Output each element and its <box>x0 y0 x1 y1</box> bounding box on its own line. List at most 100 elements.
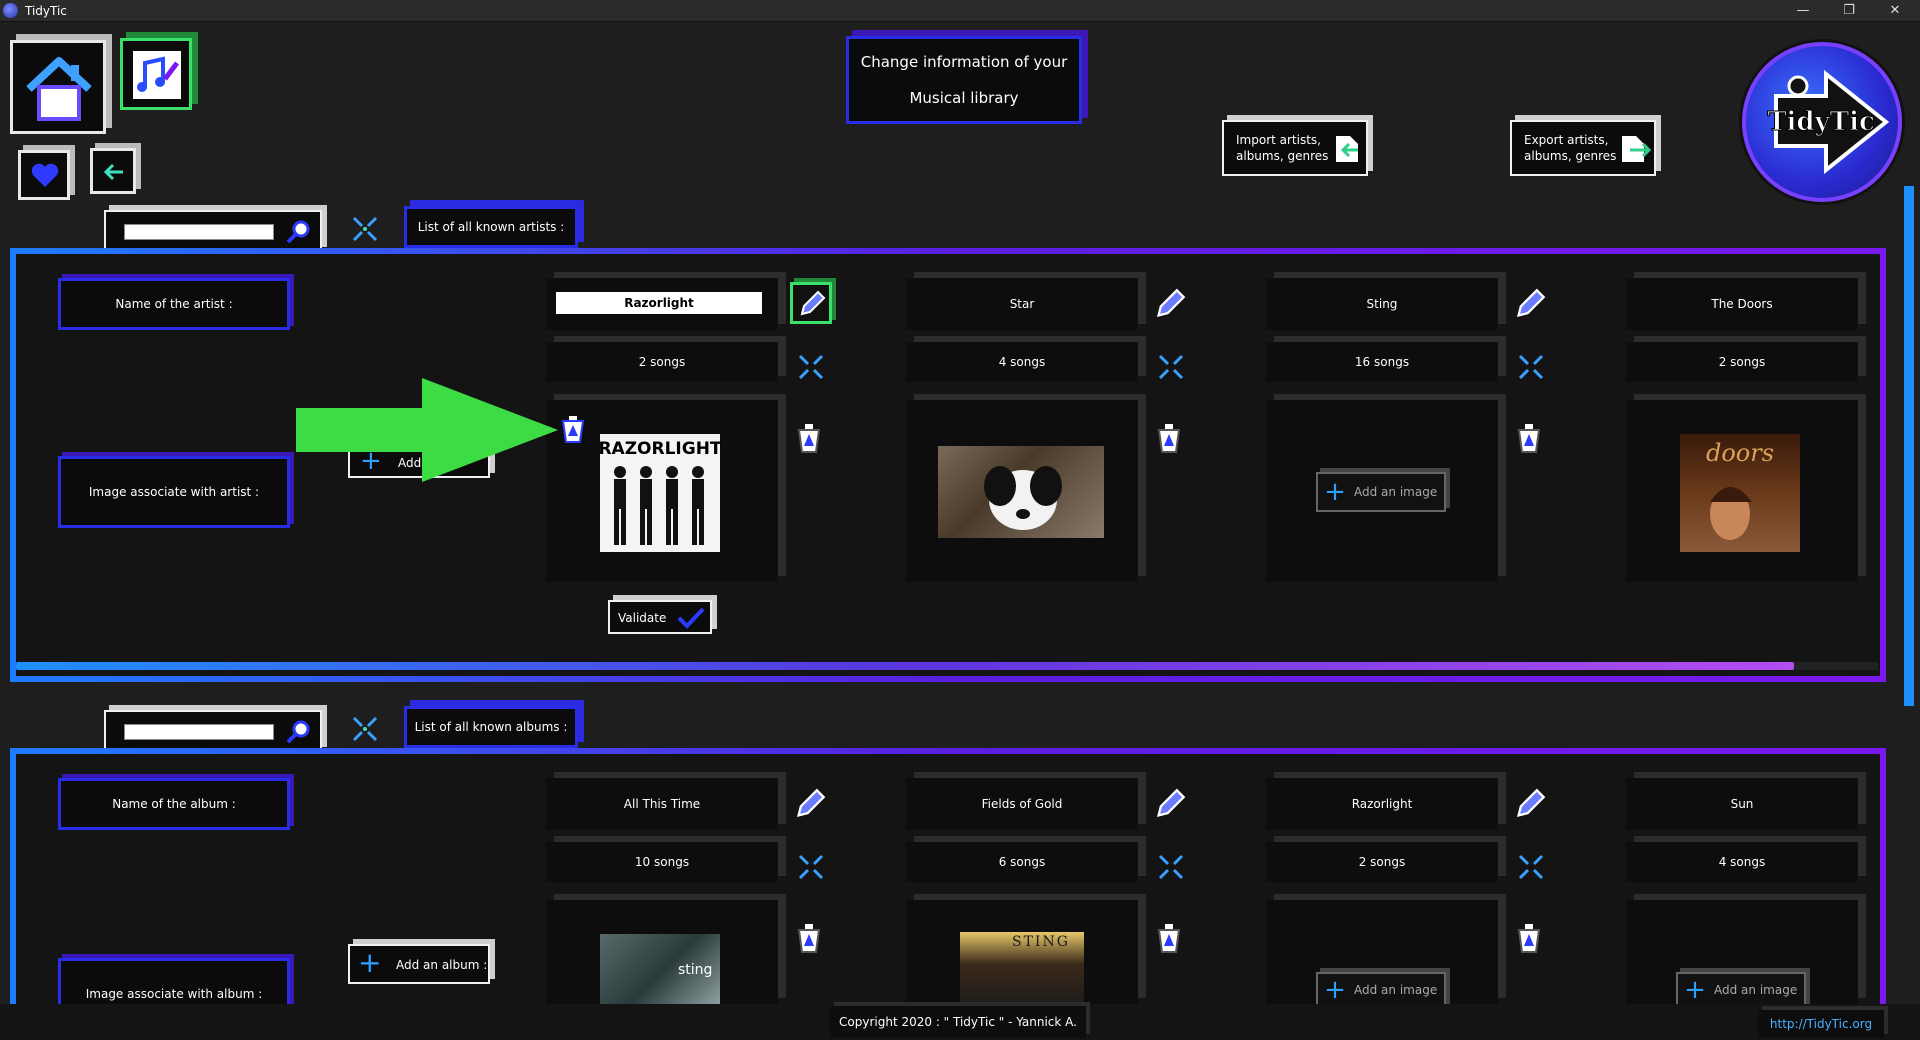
copyright-box: Copyright 2020 : " TidyTic " - Yannick A… <box>830 1006 1086 1038</box>
expand-icon[interactable] <box>1156 852 1186 882</box>
maximize-button[interactable]: ❐ <box>1826 0 1872 22</box>
website-link-box[interactable]: http://TidyTic.org <box>1758 1010 1884 1038</box>
expand-icon[interactable] <box>796 852 826 882</box>
artists-scroll-thumb[interactable] <box>16 662 1794 670</box>
album-image-label: Image associate with album : <box>85 987 263 1001</box>
website-link[interactable]: http://TidyTic.org <box>1770 1017 1872 1031</box>
artist-songs-cell: 2 songs <box>546 342 778 382</box>
favorites-button[interactable] <box>18 150 70 200</box>
import-button[interactable]: Import artists, albums, genres <box>1222 120 1368 176</box>
album-expand-icon[interactable] <box>350 714 380 744</box>
add-image-label: Add an image <box>1354 983 1438 997</box>
heart-icon <box>31 163 59 187</box>
artist-songs: 16 songs <box>1354 355 1410 369</box>
expand-icon[interactable] <box>1516 352 1546 382</box>
expand-icon[interactable] <box>796 352 826 382</box>
artist-image-cell: doors <box>1626 400 1858 582</box>
arrow-left-icon <box>103 163 123 181</box>
album-name-cell[interactable]: Fields of Gold <box>906 778 1138 830</box>
green-arrow-annotation <box>296 378 558 482</box>
artist-expand-icon[interactable] <box>350 214 380 244</box>
pencil-icon[interactable] <box>1514 288 1546 320</box>
add-album-button[interactable]: + Add an album : <box>348 944 490 984</box>
album-songs-cell: 6 songs <box>906 842 1138 882</box>
album-songs-cell: 4 songs <box>1626 842 1858 882</box>
band-photo-icon <box>1710 487 1752 540</box>
edit-artist-button-active[interactable] <box>790 282 832 324</box>
artist-name-label: Name of the artist : <box>115 297 233 311</box>
pencil-icon[interactable] <box>1154 288 1186 320</box>
album-name-label-box: Name of the album : <box>58 778 290 830</box>
plus-icon: + <box>1324 477 1346 507</box>
delete-trash-icon[interactable] <box>796 422 822 454</box>
page-scrollbar[interactable] <box>1904 186 1914 706</box>
checkmark-icon <box>677 607 705 629</box>
artist-songs: 2 songs <box>638 355 686 369</box>
export-button[interactable]: Export artists, albums, genres <box>1510 120 1656 176</box>
album-list-label: List of all known albums : <box>414 720 568 734</box>
artist-name-cell[interactable]: The Doors <box>1626 278 1858 330</box>
album-search-input[interactable] <box>124 724 274 740</box>
artist-name: Sting <box>1366 297 1398 311</box>
search-icon[interactable] <box>284 718 312 746</box>
minimize-button[interactable]: — <box>1780 0 1826 22</box>
artist-name-cell[interactable]: Star <box>906 278 1138 330</box>
back-button[interactable] <box>90 148 136 194</box>
add-image-button[interactable]: + Add an image <box>1676 972 1806 1004</box>
album-name-label: Name of the album : <box>112 797 236 811</box>
album-name-cell[interactable]: Sun <box>1626 778 1858 830</box>
album-image: sting <box>600 934 720 1004</box>
artist-image: doors <box>1680 434 1800 552</box>
album-songs: 4 songs <box>1718 855 1766 869</box>
artist-search-input[interactable] <box>124 224 274 240</box>
album-name-cell[interactable]: All This Time <box>546 778 778 830</box>
delete-trash-icon[interactable] <box>1516 922 1542 954</box>
pencil-icon[interactable] <box>1154 788 1186 820</box>
copyright-text: Copyright 2020 : " TidyTic " - Yannick A… <box>839 1015 1077 1029</box>
window-title: TidyTic <box>25 4 67 18</box>
delete-trash-icon[interactable] <box>796 922 822 954</box>
app-icon <box>3 3 18 18</box>
album-name: Fields of Gold <box>981 797 1063 811</box>
add-image-button[interactable]: + Add an image <box>1316 472 1446 512</box>
dog-photo-icon <box>984 466 1062 530</box>
validate-button[interactable]: Validate <box>608 600 712 634</box>
artist-name: Star <box>1009 297 1035 311</box>
music-library-button[interactable] <box>120 38 192 110</box>
artist-name-input[interactable]: Razorlight <box>556 292 762 314</box>
artist-list-header: List of all known artists : <box>404 206 578 248</box>
add-image-button[interactable]: + Add an image <box>1316 972 1446 1004</box>
album-name: Razorlight <box>1351 797 1413 811</box>
plus-icon: + <box>358 946 382 979</box>
trash-icon[interactable] <box>560 414 586 444</box>
add-image-label: Add an image <box>1354 485 1438 499</box>
search-icon[interactable] <box>284 218 312 246</box>
close-button[interactable]: ✕ <box>1872 0 1918 22</box>
artist-list-label: List of all known artists : <box>417 220 565 234</box>
delete-trash-icon[interactable] <box>1156 922 1182 954</box>
page-title: Change information of your Musical libra… <box>846 36 1082 124</box>
import-file-icon <box>1336 136 1358 162</box>
home-button[interactable] <box>10 40 106 134</box>
artist-image: RAZORLIGHT <box>598 434 722 552</box>
export-label-1: Export artists, <box>1524 133 1609 147</box>
add-image-label: Add an image <box>1714 983 1798 997</box>
artist-name-cell[interactable]: Sting <box>1266 278 1498 330</box>
artist-search-box <box>104 210 322 252</box>
album-name-cell[interactable]: Razorlight <box>1266 778 1498 830</box>
album-name: Sun <box>1730 797 1754 811</box>
album-image-cell: STING <box>906 900 1138 1004</box>
artist-songs: 4 songs <box>998 355 1046 369</box>
artist-name: The Doors <box>1711 297 1773 311</box>
delete-trash-icon[interactable] <box>1156 422 1182 454</box>
expand-icon[interactable] <box>1516 852 1546 882</box>
add-album-label: Add an album : <box>396 958 488 972</box>
plus-icon: + <box>1684 975 1706 1004</box>
delete-trash-icon[interactable] <box>1516 422 1542 454</box>
artist-image-cell: + Add an image <box>1266 400 1498 582</box>
pencil-icon[interactable] <box>1514 788 1546 820</box>
pencil-icon[interactable] <box>794 788 826 820</box>
export-label-2: albums, genres <box>1524 149 1617 163</box>
album-image-cell: + Add an image <box>1626 900 1858 1004</box>
expand-icon[interactable] <box>1156 352 1186 382</box>
